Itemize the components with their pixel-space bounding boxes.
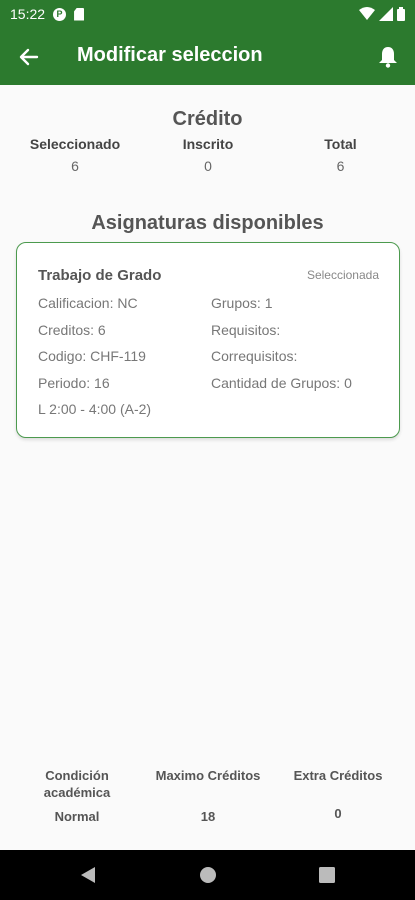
home-circle-icon: [200, 867, 216, 883]
credit-total-value: 6: [336, 158, 345, 174]
credit-total-label: Total: [324, 136, 357, 152]
battery-icon: [397, 7, 405, 21]
academic-condition-value: Normal: [54, 809, 100, 824]
extra-credits-value: 0: [334, 806, 342, 821]
subject-card[interactable]: Trabajo de Grado Seleccionada Calificaci…: [16, 242, 400, 438]
subject-creditos: Creditos: 6: [38, 322, 106, 338]
nav-back-button[interactable]: [78, 865, 98, 885]
academic-summary: Condición académica Normal Maximo Crédit…: [0, 762, 415, 850]
notifications-button[interactable]: [373, 42, 403, 72]
subject-calificacion: Calificacion: NC: [38, 295, 138, 311]
subject-grupos: Grupos: 1: [211, 295, 273, 311]
credit-selected-label: Seleccionado: [29, 136, 121, 152]
credit-section-title: Crédito: [172, 108, 243, 130]
system-nav-bar: [0, 850, 415, 900]
status-left: 15:22 P: [10, 6, 85, 22]
credit-enrolled-value: 0: [204, 158, 212, 174]
recents-square-icon: [319, 867, 335, 883]
status-time: 15:22: [10, 6, 46, 22]
subject-codigo: Codigo: CHF-119: [38, 348, 146, 364]
page-title: Modificar seleccion: [77, 44, 263, 66]
nav-recents-button[interactable]: [317, 865, 337, 885]
credit-enrolled-label: Inscrito: [182, 136, 234, 152]
subject-correquisitos: Correquisitos:: [211, 348, 298, 364]
credit-selected-value: 6: [71, 158, 79, 174]
subject-requisitos: Requisitos:: [211, 322, 281, 338]
subject-cantidad-grupos: Cantidad de Grupos: 0: [211, 375, 352, 391]
nav-home-button[interactable]: [198, 865, 218, 885]
extra-credits: Extra Créditos 0: [283, 767, 393, 821]
max-credits-label: Maximo Créditos: [155, 768, 261, 783]
signal-icon: [379, 7, 393, 21]
app-bar: Modificar seleccion: [0, 28, 415, 85]
subjects-section-title: Asignaturas disponibles: [91, 212, 324, 234]
back-triangle-icon: [81, 867, 95, 883]
max-credits: Maximo Créditos 18: [143, 767, 273, 824]
subject-status-badge: Seleccionada: [306, 268, 379, 282]
max-credits-value: 18: [200, 809, 216, 824]
subject-periodo: Periodo: 16: [38, 375, 110, 391]
status-right: [359, 7, 405, 21]
subject-horario: L 2:00 - 4:00 (A-2): [38, 401, 152, 417]
subject-name: Trabajo de Grado: [38, 267, 162, 284]
credit-summary: Seleccionado 6 Inscrito 0 Total 6: [0, 136, 415, 174]
status-bar: 15:22 P: [0, 0, 415, 28]
arrow-left-icon: [19, 48, 39, 66]
p-circle-icon: P: [53, 7, 67, 21]
credit-enrolled: Inscrito 0: [150, 136, 266, 174]
credit-selected: Seleccionado 6: [0, 136, 150, 174]
academic-condition: Condición académica Normal: [22, 767, 132, 824]
academic-condition-label: Condición académica: [43, 768, 111, 800]
wifi-icon: [359, 7, 375, 20]
credit-total: Total 6: [266, 136, 415, 174]
sd-card-icon: [74, 7, 85, 21]
bell-icon: [379, 47, 397, 68]
extra-credits-label: Extra Créditos: [293, 768, 383, 783]
back-button[interactable]: [14, 42, 44, 72]
